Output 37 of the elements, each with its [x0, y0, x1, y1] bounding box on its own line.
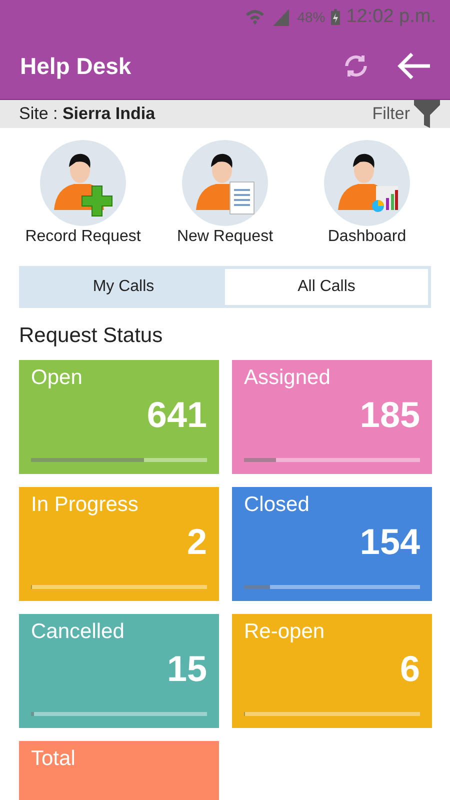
tab[interactable]: My Calls — [22, 269, 225, 305]
status-count: 2 — [186, 521, 207, 563]
status-card[interactable]: Closed 154 — [232, 487, 432, 601]
status-card[interactable]: Total — [19, 741, 219, 800]
section-title: Request Status — [19, 324, 164, 348]
status-label: Closed — [244, 493, 310, 517]
app-title: Help Desk — [20, 52, 132, 80]
shortcut-button[interactable]: Record Request — [18, 140, 148, 246]
site-name: Site : Sierra India — [19, 104, 156, 124]
status-label: Open — [31, 366, 84, 390]
agent-chart-icon — [324, 140, 410, 226]
clock-time: 12:02 p.m. — [346, 6, 436, 28]
status-card[interactable]: Cancelled 15 — [19, 614, 219, 728]
battery-level: 48% — [297, 8, 326, 24]
signal-icon — [271, 8, 292, 26]
status-label: In Progress — [31, 493, 140, 517]
status-label: Total — [31, 747, 76, 771]
status-card[interactable]: Open 641 — [19, 360, 219, 474]
status-count: 15 — [166, 648, 207, 690]
shortcut-button[interactable]: New Request — [160, 140, 290, 246]
status-count: 6 — [400, 648, 420, 690]
battery-icon — [331, 8, 340, 24]
status-label: Assigned — [244, 366, 332, 390]
status-card[interactable]: Re-open 6 — [232, 614, 432, 728]
wifi-icon — [245, 8, 266, 26]
status-card[interactable]: In Progress 2 — [19, 487, 219, 601]
filter-button[interactable]: Filter — [372, 100, 440, 128]
agent-add-icon — [40, 140, 126, 226]
status-count: 641 — [146, 394, 207, 436]
status-label: Re-open — [244, 620, 326, 644]
shortcut-button[interactable]: Dashboard — [302, 140, 432, 246]
status-label: Cancelled — [31, 620, 126, 644]
status-card[interactable]: Assigned 185 — [232, 360, 432, 474]
filter-icon[interactable] — [414, 100, 440, 128]
status-count: 154 — [360, 521, 420, 563]
status-count: 185 — [360, 394, 420, 436]
agent-report-icon — [182, 140, 268, 226]
